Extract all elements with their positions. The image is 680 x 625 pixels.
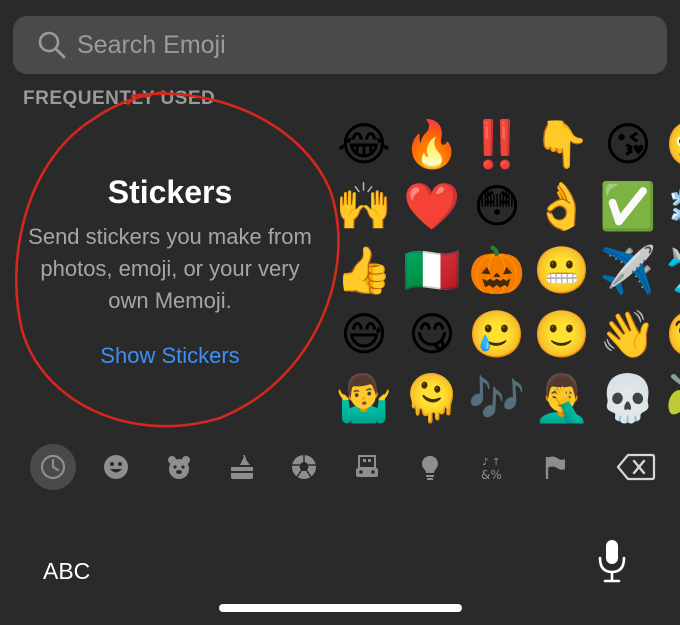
emoji-keyboard: Search Emoji FREQUENTLY USED Stickers Se… bbox=[0, 0, 680, 625]
svg-text:↑: ↑ bbox=[492, 457, 500, 468]
emoji-cell[interactable]: ❄️ bbox=[662, 174, 680, 238]
emoji-cell[interactable]: 🫒 bbox=[662, 366, 680, 430]
emoji-cell[interactable]: 👋 bbox=[596, 302, 660, 366]
emoji-cell[interactable]: 🎃 bbox=[465, 238, 529, 302]
section-title-frequently-used: FREQUENTLY USED bbox=[23, 88, 216, 109]
emoji-cell[interactable]: ✈️ bbox=[596, 238, 660, 302]
emoji-cell[interactable]: 🎶 bbox=[465, 366, 529, 430]
emoji-cell[interactable]: 😘 bbox=[596, 112, 660, 176]
travel-icon[interactable] bbox=[344, 444, 390, 490]
emoji-cell[interactable]: 😂 bbox=[332, 112, 396, 176]
search-placeholder: Search Emoji bbox=[77, 30, 226, 59]
animals-icon[interactable] bbox=[156, 444, 202, 490]
microphone-icon[interactable] bbox=[596, 538, 628, 589]
flags-icon[interactable] bbox=[532, 444, 578, 490]
activity-icon[interactable] bbox=[281, 444, 327, 490]
emoji-cell[interactable]: 🙌 bbox=[332, 174, 396, 238]
stickers-promo: Stickers Send stickers you make from pho… bbox=[20, 170, 320, 369]
emoji-cell[interactable]: 😬 bbox=[530, 238, 594, 302]
search-icon bbox=[37, 30, 67, 60]
emoji-cell[interactable]: 🛩️ bbox=[662, 238, 680, 302]
emoji-cell[interactable]: 🤦‍♂️ bbox=[530, 366, 594, 430]
symbols-icon[interactable]: ♪ ↑ &% bbox=[470, 444, 516, 490]
emoji-cell[interactable]: 👍 bbox=[332, 238, 396, 302]
show-stickers-link[interactable]: Show Stickers bbox=[100, 343, 239, 369]
emoji-cell[interactable]: ‼️ bbox=[465, 112, 529, 176]
emoji-cell[interactable]: 😋 bbox=[400, 302, 464, 366]
emoji-cell[interactable]: 🧐 bbox=[662, 302, 680, 366]
smileys-icon[interactable] bbox=[93, 444, 139, 490]
search-field[interactable]: Search Emoji bbox=[13, 16, 667, 74]
stickers-description: Send stickers you make from photos, emoj… bbox=[28, 224, 312, 313]
objects-icon[interactable] bbox=[407, 444, 453, 490]
emoji-grid: 😂🔥‼️👇😘🤪 🙌❤️😳👌✅❄️ 👍🇮🇹🎃😬✈️🛩️ 😅😋🥲🙂👋🧐 🤷‍♂️🫠🎶🤦‍♂️… bbox=[332, 112, 680, 432]
emoji-cell[interactable]: 👇 bbox=[530, 112, 594, 176]
emoji-cell[interactable]: 😳 bbox=[465, 174, 529, 238]
svg-text:&%: &% bbox=[481, 468, 502, 481]
home-indicator[interactable] bbox=[219, 604, 462, 612]
emoji-cell[interactable]: 🇮🇹 bbox=[400, 238, 464, 302]
emoji-cell[interactable]: ✅ bbox=[596, 174, 660, 238]
emoji-cell[interactable]: 👌 bbox=[530, 174, 594, 238]
emoji-cell[interactable]: 🫠 bbox=[400, 366, 464, 430]
food-icon[interactable] bbox=[219, 444, 265, 490]
stickers-title: Stickers bbox=[107, 174, 233, 210]
emoji-cell[interactable]: 🔥 bbox=[400, 112, 464, 176]
emoji-cell[interactable]: 🥲 bbox=[465, 302, 529, 366]
emoji-cell[interactable]: 🤪 bbox=[662, 112, 680, 176]
abc-keyboard-button[interactable]: ABC bbox=[43, 558, 90, 585]
category-bar: ♪ ↑ &% bbox=[0, 438, 680, 496]
emoji-cell[interactable]: ❤️ bbox=[400, 174, 464, 238]
emoji-cell[interactable]: 💀 bbox=[596, 366, 660, 430]
emoji-cell[interactable]: 🙂 bbox=[530, 302, 594, 366]
backspace-icon[interactable] bbox=[612, 444, 660, 490]
recent-clock-icon[interactable] bbox=[30, 444, 76, 490]
emoji-cell[interactable]: 😅 bbox=[332, 302, 396, 366]
emoji-cell[interactable]: 🤷‍♂️ bbox=[332, 366, 396, 430]
svg-text:♪: ♪ bbox=[482, 457, 488, 468]
